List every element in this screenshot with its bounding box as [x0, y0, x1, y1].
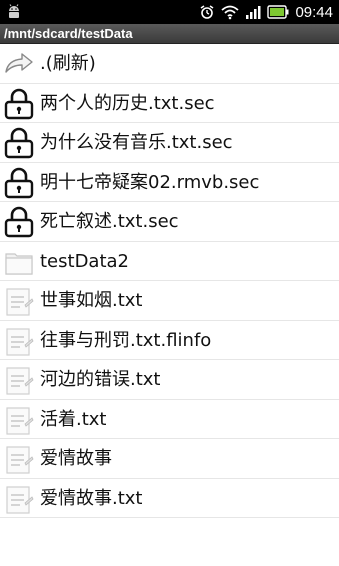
file-name: 两个人的历史.txt.sec [40, 92, 215, 114]
lock-icon [4, 88, 34, 119]
list-item[interactable]: 活着.txt [0, 400, 339, 439]
list-item[interactable]: 往事与刑罚.txt.flinfo [0, 321, 339, 360]
text-file-icon [6, 485, 34, 514]
status-bar: 09:44 [0, 0, 339, 24]
text-file-icon [6, 406, 34, 435]
wifi-icon [221, 5, 240, 20]
file-name: 往事与刑罚.txt.flinfo [40, 329, 212, 351]
list-item[interactable]: 死亡叙述.txt.sec [0, 202, 339, 242]
signal-icon [246, 6, 261, 19]
android-icon [9, 4, 19, 18]
list-item[interactable]: 明十七帝疑案02.rmvb.sec [0, 163, 339, 202]
list-item[interactable]: 爱情故事 [0, 439, 339, 479]
list-item[interactable]: 爱情故事.txt [0, 479, 339, 518]
file-name: 河边的错误.txt [40, 369, 161, 390]
text-file-icon [6, 327, 34, 356]
refresh-arrow-icon [5, 53, 33, 73]
text-file-icon [6, 446, 34, 474]
lock-icon [4, 127, 34, 159]
list-item[interactable]: 为什么没有音乐.txt.sec [0, 123, 339, 163]
alarm-icon [201, 5, 214, 19]
lock-icon [4, 167, 34, 198]
current-path: /mnt/sdcard/testData [0, 24, 339, 44]
text-file-icon [6, 288, 34, 316]
file-name: 爱情故事 [40, 448, 112, 469]
file-name: 世事如烟.txt [40, 290, 143, 311]
file-name: testData2 [40, 250, 129, 272]
file-name: 爱情故事.txt [40, 487, 143, 509]
battery-icon [267, 5, 289, 19]
empty-area [0, 520, 339, 566]
list-item[interactable]: 世事如烟.txt [0, 281, 339, 321]
file-name: 活着.txt [40, 408, 107, 430]
file-name: 明十七帝疑案02.rmvb.sec [40, 171, 260, 193]
list-item-refresh[interactable]: .(刷新) [0, 44, 339, 84]
text-file-icon [6, 367, 34, 395]
file-name: 为什么没有音乐.txt.sec [40, 132, 233, 153]
status-time: 09:44 [295, 3, 333, 21]
list-item[interactable]: 两个人的历史.txt.sec [0, 84, 339, 123]
file-name: .(刷新) [40, 53, 96, 74]
list-item[interactable]: 河边的错误.txt [0, 360, 339, 400]
list-item-folder[interactable]: testData2 [0, 242, 339, 281]
folder-icon [5, 252, 33, 275]
file-name: 死亡叙述.txt.sec [40, 211, 179, 232]
file-list: .(刷新) 两个人的历史.txt.sec 为什么没有音乐.txt.sec 明十七… [0, 44, 339, 520]
lock-icon [4, 206, 34, 238]
